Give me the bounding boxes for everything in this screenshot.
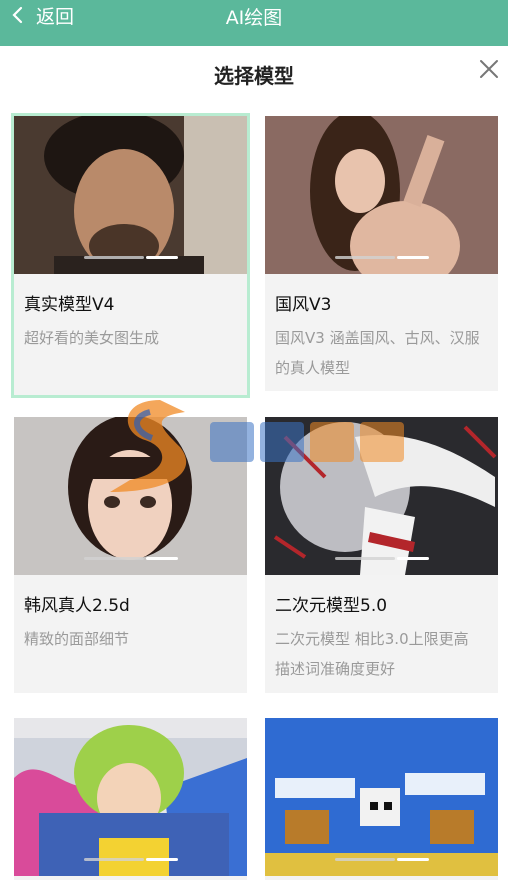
carousel-indicator [335,557,429,560]
carousel-indicator [84,557,178,560]
carousel-indicator [335,256,429,259]
model-name: 真实模型V4 [24,295,115,315]
model-thumbnail [14,718,247,876]
model-thumbnail [265,417,498,575]
model-card-pixel-art[interactable] [265,718,498,880]
model-name: 韩风真人2.5d [24,596,130,616]
model-name: 二次元模型5.0 [275,596,388,616]
model-thumbnail [265,116,498,274]
model-desc: 二次元模型 相比3.0上限更高 描述词准确度更好 [275,630,469,678]
model-name: 国风V3 [275,295,332,315]
model-card-realistic-v4[interactable]: 真实模型V4 超好看的美女图生成 [11,113,250,398]
model-desc: 超好看的美女图生成 [24,329,160,347]
sheet-title: 选择模型 [214,64,294,88]
model-desc: 精致的面部细节 [24,630,130,648]
model-card-anime-girl[interactable] [14,718,247,880]
carousel-indicator [84,256,178,259]
carousel-indicator [335,858,429,861]
model-card-anime-5-0[interactable]: 二次元模型5.0 二次元模型 相比3.0上限更高 描述词准确度更好 [265,417,498,693]
model-thumbnail [14,116,247,274]
carousel-indicator [84,858,178,861]
model-card-korean-2-5d[interactable]: 韩风真人2.5d 精致的面部细节 [14,417,247,693]
model-thumbnail [14,417,247,575]
close-icon[interactable] [478,58,500,80]
app-title: AI绘图 [225,7,283,29]
model-card-guofeng-v3[interactable]: 国风V3 国风V3 涵盖国风、古风、汉服的真人模型 [265,116,498,391]
app-header: 返回 AI绘图 [0,0,508,46]
model-thumbnail [265,718,498,876]
model-desc: 国风V3 涵盖国风、古风、汉服的真人模型 [275,329,480,377]
